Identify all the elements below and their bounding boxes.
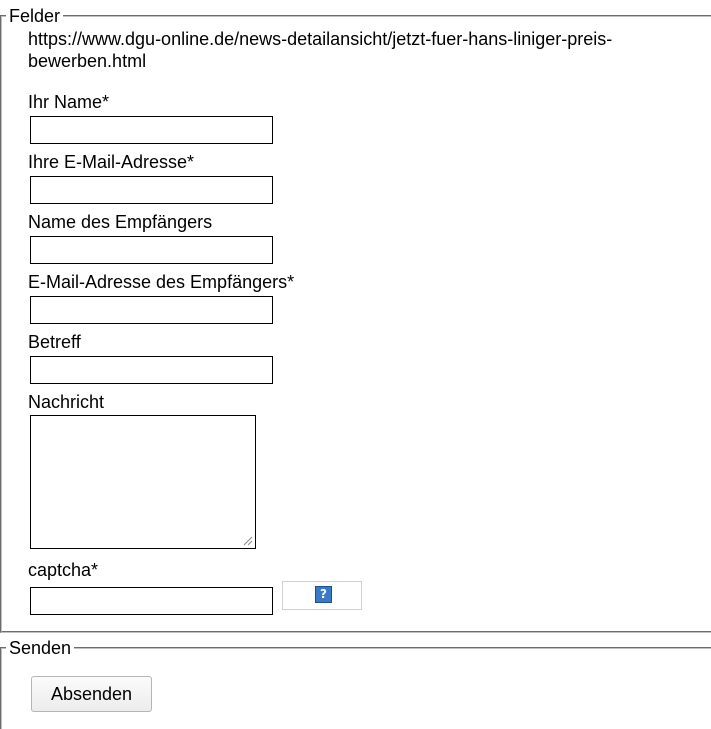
subject-input[interactable] xyxy=(30,356,273,384)
submit-button[interactable]: Absenden xyxy=(31,676,152,712)
article-url: https://www.dgu-online.de/news-detailans… xyxy=(28,29,613,71)
captcha-input[interactable] xyxy=(30,587,273,615)
captcha-label: captcha* xyxy=(28,560,99,580)
send-legend: Senden xyxy=(9,638,72,658)
recipient-name-input[interactable] xyxy=(30,236,273,264)
email-input[interactable] xyxy=(30,176,273,204)
captcha-help-icon[interactable]: ? xyxy=(315,586,332,603)
name-input[interactable] xyxy=(30,116,273,144)
email-label: Ihre E-Mail-Adresse* xyxy=(28,152,195,172)
subject-label: Betreff xyxy=(28,332,81,352)
recipient-email-label: E-Mail-Adresse des Empfängers* xyxy=(28,272,295,292)
recipient-name-label: Name des Empfängers xyxy=(28,212,213,232)
message-textarea[interactable] xyxy=(30,415,256,549)
resize-grip-icon[interactable] xyxy=(242,535,253,546)
name-label: Ihr Name* xyxy=(28,92,110,112)
message-label: Nachricht xyxy=(28,392,105,412)
recipient-email-input[interactable] xyxy=(30,296,273,324)
captcha-image: ? xyxy=(282,581,362,610)
fields-legend: Felder xyxy=(9,6,61,26)
